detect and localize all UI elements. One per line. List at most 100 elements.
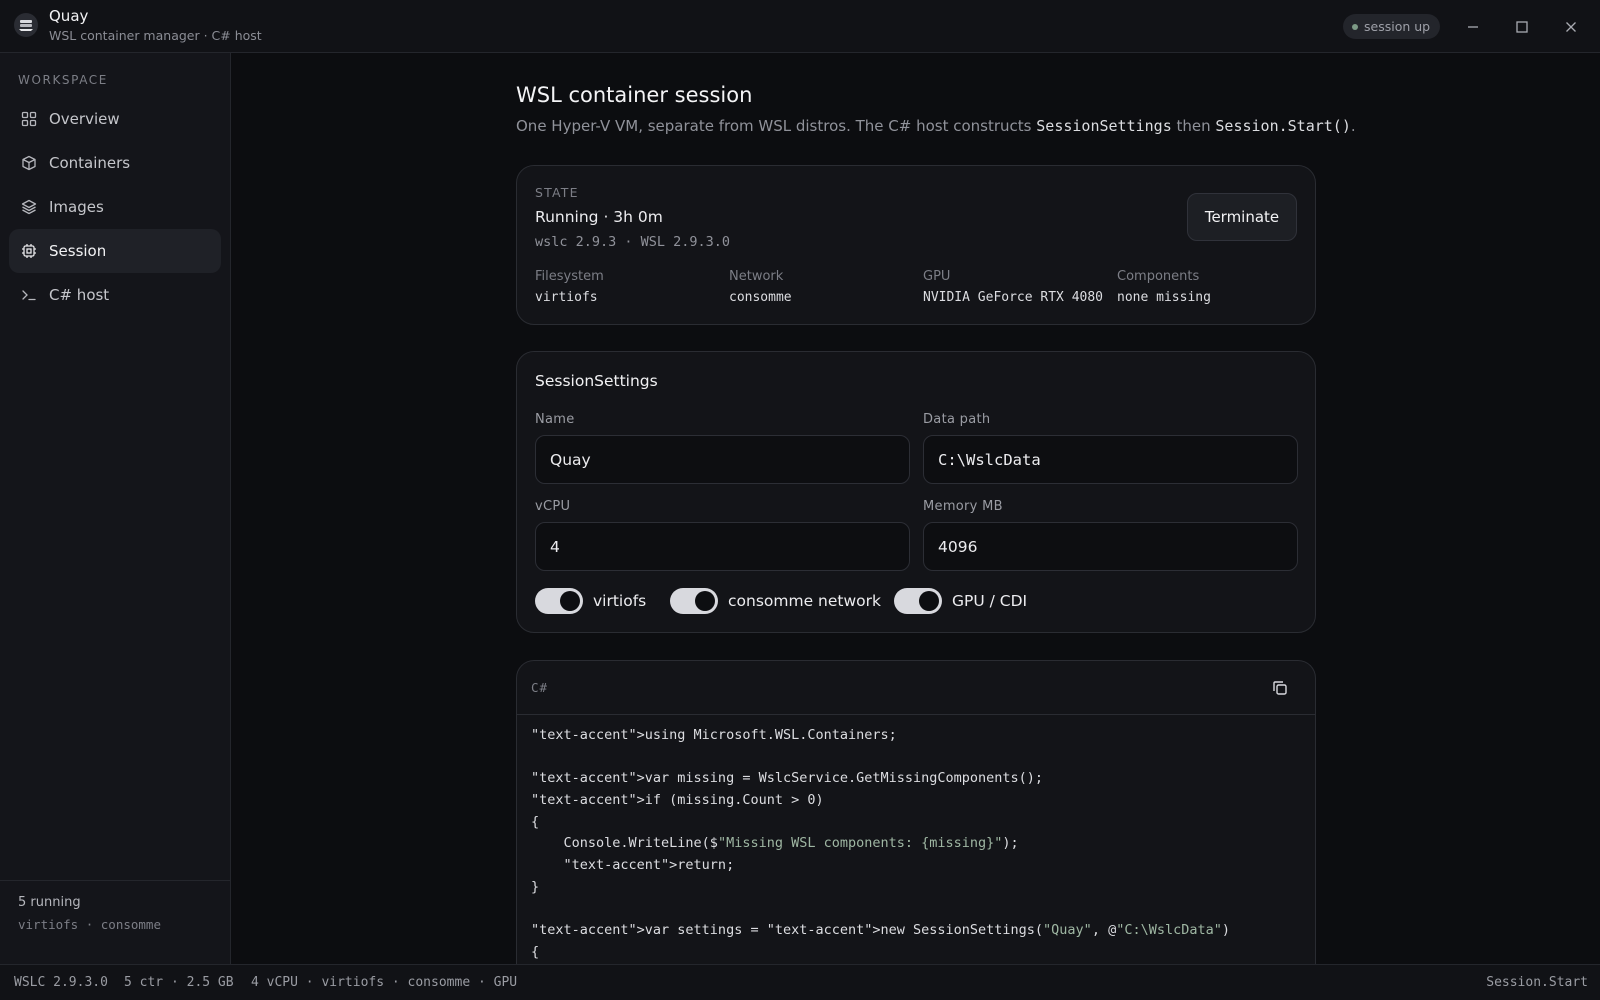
code-line: "text-accent">if (missing.Count > 0)	[531, 790, 1315, 812]
code-token: "text-accent">using Microsoft.WSL.Contai…	[531, 727, 897, 743]
toggle-switch[interactable]	[670, 588, 718, 614]
toggle-label: GPU / CDI	[952, 592, 1028, 610]
session-status-text: session up	[1364, 19, 1431, 34]
code-string: "Quay"	[1043, 922, 1092, 939]
toggle-knob	[919, 591, 939, 611]
copy-icon	[1273, 681, 1287, 695]
running-count: 5 running	[18, 895, 81, 910]
sidebar: WORKSPACE Overview Containers Images Ses…	[0, 53, 231, 964]
code-header: C#	[517, 661, 1315, 715]
toggle-consomme-network[interactable]: consomme network	[670, 588, 881, 614]
code-line: "text-accent">var settings = "text-accen…	[531, 920, 1315, 942]
status-action: Session.Start	[1486, 975, 1588, 990]
subtitle-text: then	[1171, 117, 1216, 135]
stat-components: Components none missing	[1117, 269, 1211, 305]
sidebar-item-images[interactable]: Images	[9, 185, 221, 229]
title-bar: Quay WSL container manager · C# host ses…	[0, 0, 1600, 53]
close-button[interactable]	[1558, 14, 1584, 40]
stat-value: none missing	[1117, 290, 1211, 305]
maximize-icon	[1516, 21, 1528, 33]
copy-button[interactable]	[1269, 677, 1291, 699]
app-subtitle: WSL container manager · C# host	[49, 28, 262, 43]
stat-key: Filesystem	[535, 269, 604, 284]
state-card: STATE Running · 3h 0m wslc 2.9.3 · WSL 2…	[516, 165, 1316, 325]
code-token: "text-accent">var settings = "text-accen…	[531, 922, 1044, 939]
close-icon	[1566, 22, 1576, 32]
name-label: Name	[535, 412, 575, 427]
stat-network: Network consomme	[729, 269, 792, 305]
stat-gpu: GPU NVIDIA GeForce RTX 4080	[923, 269, 1103, 305]
toggle-virtiofs[interactable]: virtiofs	[535, 588, 646, 614]
minimize-icon	[1468, 26, 1478, 28]
code-line: "text-accent">var missing = WslcService.…	[531, 768, 1315, 790]
toggle-switch[interactable]	[535, 588, 583, 614]
sidebar-item-label: Session	[49, 242, 107, 260]
sidebar-footer: 5 running virtiofs · consomme	[0, 880, 230, 964]
layers-icon	[9, 199, 49, 215]
memory-field[interactable]: 4096	[923, 522, 1298, 571]
code-string: "C:\WslcData"	[1116, 922, 1222, 939]
settings-title: SessionSettings	[535, 372, 658, 390]
runtime-tags: virtiofs · consomme	[18, 917, 161, 932]
sidebar-section-label: WORKSPACE	[18, 73, 108, 87]
code-token: "text-accent">if (missing.Count > 0)	[531, 792, 824, 809]
chip-icon	[9, 243, 49, 259]
data-path-label: Data path	[923, 412, 991, 427]
toggle-label: virtiofs	[593, 592, 647, 610]
session-settings-card: SessionSettings Name Quay Data path C:\W…	[516, 351, 1316, 633]
code-line: {	[531, 812, 1315, 834]
sidebar-item-label: Containers	[49, 154, 131, 172]
toggle-switch[interactable]	[894, 588, 942, 614]
code-string: "Missing WSL components: {missing}"	[717, 835, 1003, 852]
code-line: {	[531, 942, 1315, 964]
vcpu-field[interactable]: 4	[535, 522, 910, 571]
code-line: "text-accent">return;	[531, 855, 1315, 877]
code-token: "text-accent">return;	[531, 857, 735, 874]
subtitle-text: .	[1350, 117, 1356, 135]
code-line: }	[531, 877, 1315, 899]
maximize-button[interactable]	[1509, 14, 1535, 40]
code-token: );	[1002, 835, 1019, 852]
data-path-field[interactable]: C:\WslcData	[923, 435, 1298, 484]
sidebar-item-label: Overview	[49, 110, 120, 128]
name-field[interactable]: Quay	[535, 435, 910, 484]
code-token: {	[531, 943, 540, 960]
terminal-icon	[9, 287, 49, 303]
code-token: }	[531, 878, 540, 895]
stat-value: virtiofs	[535, 290, 598, 305]
sidebar-item-label: Images	[49, 198, 104, 216]
toggle-knob	[560, 591, 580, 611]
code-token: "text-accent">var missing = WslcService.…	[531, 770, 1044, 787]
stat-value: consomme	[729, 290, 792, 305]
page-subtitle: One Hyper-V VM, separate from WSL distro…	[516, 117, 1356, 135]
subtitle-text: One Hyper-V VM, separate from WSL distro…	[516, 117, 1037, 135]
code-token: Console.WriteLine($	[531, 835, 718, 852]
status-usage: 5 ctr · 2.5 GB	[124, 975, 234, 990]
toggle-gpu-cdi[interactable]: GPU / CDI	[894, 588, 1027, 614]
terminate-button[interactable]: Terminate	[1187, 193, 1297, 241]
app-name: Quay	[49, 7, 89, 25]
sidebar-item-containers[interactable]: Containers	[9, 141, 221, 185]
code-language: C#	[531, 680, 549, 695]
code-line: "text-accent">using Microsoft.WSL.Contai…	[531, 725, 1315, 747]
sidebar-item-session[interactable]: Session	[9, 229, 221, 273]
code-token: )	[1221, 922, 1231, 939]
version-info: wslc 2.9.3 · WSL 2.9.3.0	[535, 234, 731, 250]
toggle-knob	[695, 591, 715, 611]
toggle-label: consomme network	[728, 592, 881, 610]
status-config: 4 vCPU · virtiofs · consomme · GPU	[251, 975, 518, 990]
page-title: WSL container session	[516, 83, 753, 107]
cube-icon	[9, 155, 49, 171]
stat-key: Components	[1117, 269, 1200, 284]
grid-icon	[9, 111, 49, 127]
status-dot-icon	[1352, 23, 1358, 30]
sidebar-item-overview[interactable]: Overview	[9, 97, 221, 141]
sidebar-item-csharp-host[interactable]: C# host	[9, 273, 221, 317]
status-bar: WSLC 2.9.3.0 5 ctr · 2.5 GB 4 vCPU · vir…	[0, 964, 1600, 1000]
code-card: C# "text-accent">using Microsoft.WSL.Con…	[516, 660, 1316, 964]
stat-filesystem: Filesystem virtiofs	[535, 269, 604, 305]
status-version: WSLC 2.9.3.0	[14, 975, 108, 990]
minimize-button[interactable]	[1460, 14, 1486, 40]
app-logo-icon	[14, 13, 38, 37]
